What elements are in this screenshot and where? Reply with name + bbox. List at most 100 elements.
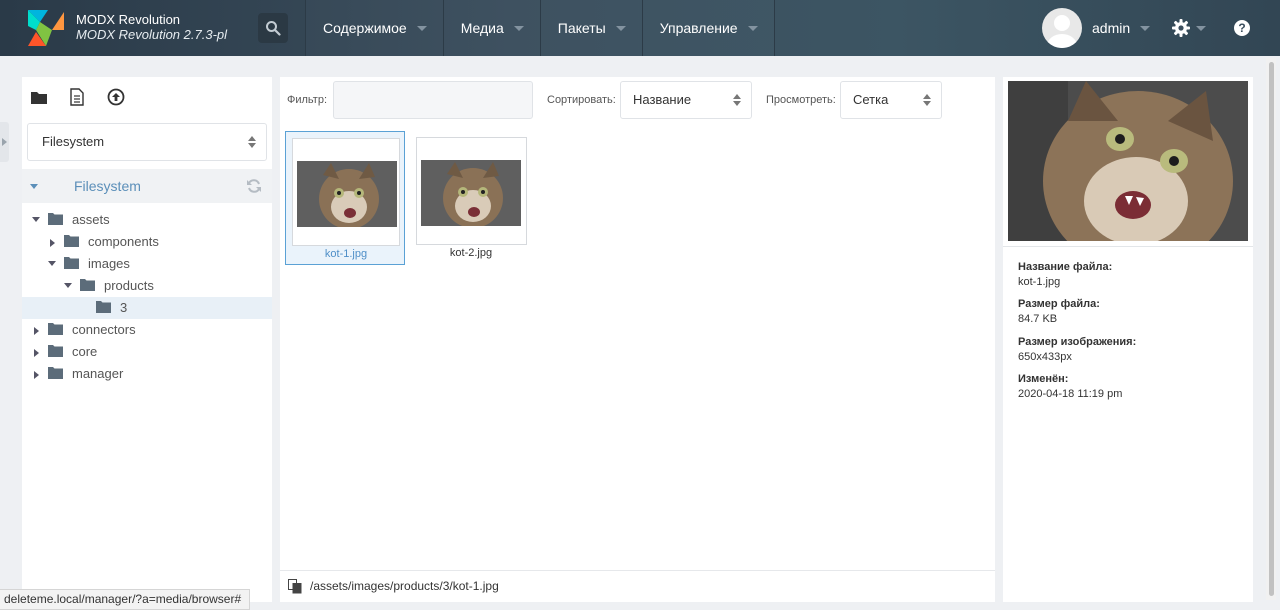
folder-icon [48, 367, 63, 379]
folder-icon [64, 235, 79, 247]
nav-label: Пакеты [557, 20, 606, 36]
media-source-select[interactable]: Filesystem [27, 123, 267, 161]
tree-node-connectors[interactable]: connectors [22, 319, 272, 341]
tree-node-products[interactable]: products [22, 275, 272, 297]
file-path-bar: /assets/images/products/3/kot-1.jpg [280, 570, 995, 602]
folder-icon [64, 257, 79, 269]
chevron-down-icon [30, 184, 38, 189]
tree-node-core[interactable]: core [22, 341, 272, 363]
user-menu[interactable]: admin [1042, 8, 1151, 48]
file-browser-panel: Фильтр: Сортировать: Название Просмотрет… [280, 77, 995, 602]
folder-icon [96, 301, 111, 313]
app-title: MODX Revolution [76, 12, 181, 27]
view-select[interactable]: Сетка [840, 81, 942, 119]
chevron-right-icon [34, 371, 39, 379]
tree-root-header[interactable]: Filesystem [22, 169, 272, 203]
tree-node-label: components [88, 234, 159, 249]
chevron-down-icon [747, 25, 758, 31]
image-size-value: 650x433px [1018, 351, 1072, 363]
cat-photo-thumbnail [297, 161, 397, 227]
nav-manage[interactable]: Управление [641, 0, 775, 56]
tree-node-label: manager [72, 366, 124, 381]
nav-content[interactable]: Содержимое [305, 0, 443, 56]
refresh-icon[interactable] [246, 178, 262, 194]
page-scrollbar-thumb[interactable] [1269, 62, 1274, 596]
file-tree-panel: Filesystem Filesystem assets components … [22, 77, 272, 602]
chevron-right-icon [34, 349, 39, 357]
new-file-icon[interactable] [68, 88, 86, 106]
folder-icon [80, 279, 95, 291]
main-nav: Содержимое Медиа Пакеты Управление [305, 0, 775, 56]
tree-node-label: products [104, 278, 154, 293]
nav-media[interactable]: Медиа [442, 0, 540, 56]
tree-node-label: images [88, 256, 130, 271]
divider [1003, 246, 1253, 247]
view-label: Просмотреть: [766, 94, 836, 106]
sort-label: Сортировать: [547, 94, 616, 106]
file-details-panel: Название файла: kot-1.jpg Размер файла: … [1003, 77, 1253, 602]
sort-value: Название [633, 92, 692, 107]
chevron-down-icon [1196, 26, 1206, 31]
file-thumb-kot-2[interactable]: kot-2.jpg [411, 131, 531, 265]
filter-label: Фильтр: [287, 94, 328, 106]
chevron-down-icon [513, 25, 524, 31]
modx-logo-icon[interactable] [26, 8, 66, 48]
avatar[interactable] [1042, 8, 1082, 48]
file-size-value: 84.7 KB [1018, 313, 1058, 325]
file-path[interactable]: /assets/images/products/3/kot-1.jpg [310, 571, 499, 601]
filter-input[interactable] [333, 81, 533, 119]
tree-node-components[interactable]: components [22, 231, 272, 253]
sort-select[interactable]: Название [620, 81, 752, 119]
chevron-down-icon [615, 25, 626, 31]
select-arrows-icon [248, 136, 256, 148]
thumb-frame [292, 138, 400, 246]
search-button[interactable] [258, 13, 288, 43]
media-source-value: Filesystem [42, 134, 105, 149]
nav-label: Медиа [460, 20, 504, 36]
help-icon[interactable]: ? [1234, 20, 1250, 36]
username: admin [1092, 20, 1131, 36]
folder-icon [48, 345, 63, 357]
top-bar: MODX Revolution MODX Revolution 2.7.3-pl… [0, 0, 1280, 56]
nav-packages[interactable]: Пакеты [539, 0, 642, 56]
brand[interactable]: MODX Revolution MODX Revolution 2.7.3-pl [76, 12, 227, 43]
gear-icon[interactable] [1172, 19, 1190, 37]
tree-node-label: 3 [120, 300, 128, 315]
image-size-label: Размер изображения: [1018, 336, 1137, 348]
tree-node-label: assets [72, 212, 110, 227]
cat-photo-thumbnail [421, 160, 521, 226]
file-name: kot-1.jpg [324, 248, 368, 260]
chevron-down-icon [32, 217, 40, 222]
nav-label: Управление [659, 20, 738, 36]
chevron-down-icon [48, 261, 56, 266]
tree-node-images[interactable]: images [22, 253, 272, 275]
folder-icon [48, 323, 63, 335]
file-size-label: Размер файла: [1018, 298, 1100, 310]
chevron-down-icon [1140, 25, 1151, 31]
image-preview [1008, 81, 1248, 241]
chevron-right-icon [34, 327, 39, 335]
thumb-frame [416, 137, 527, 245]
new-folder-icon[interactable] [30, 88, 48, 106]
select-arrows-icon [923, 94, 931, 106]
chevron-down-icon [416, 25, 427, 31]
tree-node-assets[interactable]: assets [22, 209, 272, 231]
chevron-right-icon [50, 239, 55, 247]
user-silhouette-icon [1047, 15, 1077, 48]
file-name: kot-2.jpg [449, 247, 493, 259]
tree-node-3[interactable]: 3 [22, 297, 272, 319]
copy-icon[interactable] [288, 579, 302, 594]
folder-icon [48, 213, 63, 225]
tree-node-manager[interactable]: manager [22, 363, 272, 385]
modified-label: Изменён: [1018, 373, 1069, 385]
status-url: deleteme.local/manager/?a=media/browser# [0, 589, 251, 610]
sidebar-collapse-handle[interactable] [0, 122, 9, 162]
modified-value: 2020-04-18 11:19 pm [1018, 388, 1123, 400]
file-thumb-kot-1[interactable]: kot-1.jpg [285, 131, 405, 265]
file-name-label: Название файла: [1018, 261, 1113, 273]
file-name-value: kot-1.jpg [1018, 276, 1061, 288]
select-arrows-icon [733, 94, 741, 106]
chevron-down-icon [64, 283, 72, 288]
tree-node-label: core [72, 344, 98, 359]
upload-icon[interactable] [107, 88, 125, 106]
